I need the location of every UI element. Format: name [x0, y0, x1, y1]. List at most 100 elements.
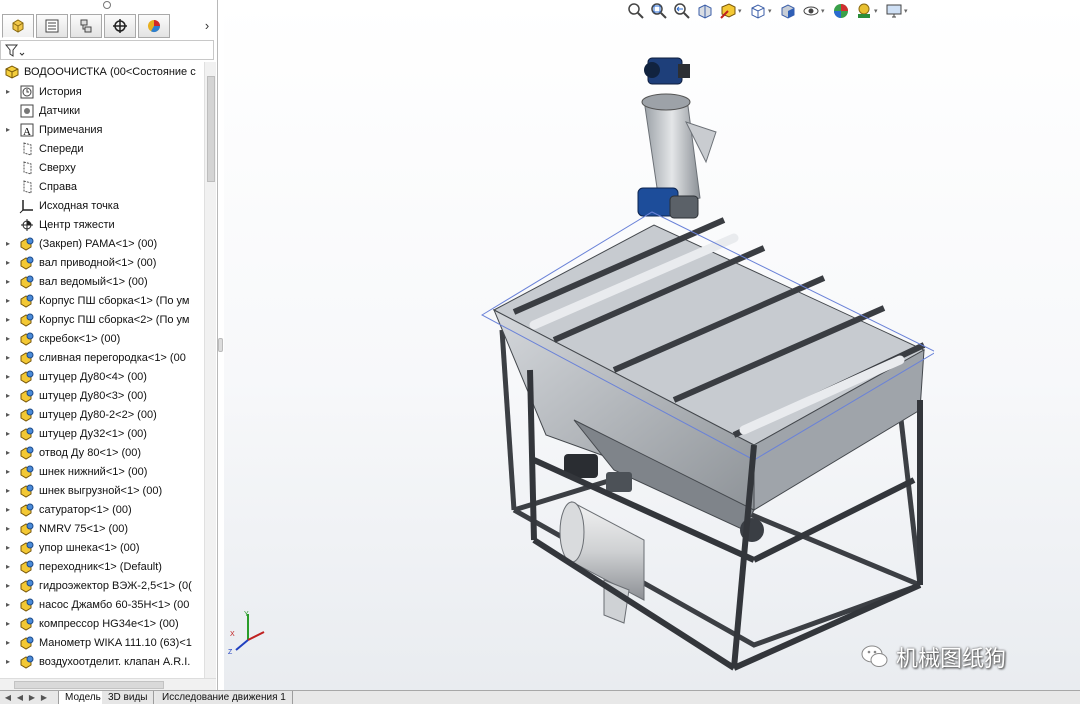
bottom-tab[interactable]: Исследование движения 1 — [156, 691, 293, 704]
bottom-tab[interactable]: Модель — [58, 691, 108, 704]
graphics-area[interactable]: ▾ ▾ ▾ ▾ ▾ Y X Z 机械图纸狗 — [224, 0, 1080, 690]
tab-property-manager[interactable] — [36, 14, 68, 38]
zoom-to-fit-button[interactable] — [626, 1, 646, 21]
tree-item[interactable]: ▸ насос Джамбо 60-35Н<1> (00 — [0, 595, 204, 614]
tab-dimxpert-manager[interactable] — [104, 14, 136, 38]
tree-item[interactable]: ▸ отвод Ду 80<1> (00) — [0, 443, 204, 462]
wechat-logo-icon — [861, 645, 888, 667]
tree-item[interactable]: ▸ штуцер Ду80<3> (00) — [0, 386, 204, 405]
expand-arrow-icon[interactable]: ▸ — [6, 372, 15, 381]
assembly-icon — [20, 446, 34, 460]
chevron-right-icon[interactable]: › — [201, 18, 213, 34]
tree-item[interactable]: ▸ NMRV 75<1> (00) — [0, 519, 204, 538]
tab-configuration-manager[interactable] — [70, 14, 102, 38]
tree-item[interactable]: ▸ вал приводной<1> (00) — [0, 253, 204, 272]
tree-item[interactable]: ▸ шнек нижний<1> (00) — [0, 462, 204, 481]
expand-arrow-icon[interactable]: ▸ — [6, 657, 15, 666]
tab-feature-tree[interactable] — [2, 14, 34, 38]
tree-item[interactable]: Сверху — [0, 158, 204, 177]
tree-item[interactable]: ▸ сливная перегородка<1> (00 — [0, 348, 204, 367]
view-settings-button[interactable] — [884, 1, 904, 21]
bottom-tab[interactable]: 3D виды — [102, 691, 155, 704]
expand-arrow-icon[interactable]: ▸ — [6, 486, 15, 495]
expand-arrow-icon[interactable]: ▸ — [6, 125, 15, 134]
tree-item[interactable]: ▸ скребок<1> (00) — [0, 329, 204, 348]
tree-item[interactable]: Исходная точка — [0, 196, 204, 215]
tree-item[interactable]: ▸ штуцер Ду80-2<2> (00) — [0, 405, 204, 424]
tree-item[interactable]: ▸ Корпус ПШ сборка<2> (По ум — [0, 310, 204, 329]
previous-view-button[interactable] — [672, 1, 692, 21]
tree-item[interactable]: Центр тяжести — [0, 215, 204, 234]
zoom-to-area-button[interactable] — [649, 1, 669, 21]
tree-item[interactable]: ▸ штуцер Ду80<4> (00) — [0, 367, 204, 386]
cad-model-water-treatment-unit[interactable] — [454, 40, 934, 680]
expand-arrow-icon[interactable]: ▸ — [6, 581, 15, 590]
expand-arrow-icon[interactable]: ▸ — [6, 543, 15, 552]
tree-item[interactable]: ▸ гидроэжектор ВЭЖ-2,5<1> (0( — [0, 576, 204, 595]
expand-arrow-icon[interactable]: ▸ — [6, 334, 15, 343]
expand-arrow-icon[interactable]: ▸ — [6, 87, 15, 96]
tree-item[interactable]: ▸ упор шнека<1> (00) — [0, 538, 204, 557]
expand-arrow-icon[interactable]: ▸ — [6, 467, 15, 476]
scrollbar-thumb[interactable] — [207, 76, 215, 182]
expand-arrow-icon[interactable]: ▸ — [6, 296, 15, 305]
expand-arrow-icon[interactable]: ▸ — [6, 638, 15, 647]
tree-item[interactable]: ▸ вал ведомый<1> (00) — [0, 272, 204, 291]
display-style-button[interactable] — [778, 1, 798, 21]
tree-horizontal-scrollbar[interactable] — [0, 678, 216, 690]
expand-arrow-icon[interactable]: ▸ — [6, 410, 15, 419]
tree-vertical-scrollbar[interactable] — [204, 62, 216, 678]
apply-scene-button[interactable] — [854, 1, 874, 21]
expand-arrow-icon[interactable]: ▸ — [6, 239, 15, 248]
assembly-icon — [20, 522, 34, 536]
expand-arrow-icon[interactable]: ▸ — [6, 448, 15, 457]
dropdown-arrow-icon[interactable]: ▾ — [821, 7, 829, 15]
tree-item[interactable]: ▸ сатуратор<1> (00) — [0, 500, 204, 519]
tree-item[interactable]: ▸ шнек выгрузной<1> (00) — [0, 481, 204, 500]
prev-tab-icon[interactable]: ◀ — [14, 692, 26, 704]
tree-item[interactable]: Спереди — [0, 139, 204, 158]
dropdown-arrow-icon[interactable]: ▾ — [904, 7, 912, 15]
tab-display-manager[interactable] — [138, 14, 170, 38]
view-orientation-button[interactable] — [748, 1, 768, 21]
tree-item[interactable]: ▸ воздухоотделит. клапан A.R.I. — [0, 652, 204, 671]
expand-arrow-icon[interactable]: ▸ — [6, 600, 15, 609]
expand-arrow-icon[interactable]: ▸ — [6, 391, 15, 400]
tree-item[interactable]: ▸ Манометр WIKA 111.10 (63)<1 — [0, 633, 204, 652]
panel-collapse-handle[interactable] — [218, 338, 223, 352]
expand-arrow-icon[interactable]: ▸ — [6, 258, 15, 267]
tree-item[interactable]: ▸ Корпус ПШ сборка<1> (По ум — [0, 291, 204, 310]
expand-arrow-icon[interactable]: ▸ — [6, 619, 15, 628]
tree-item[interactable]: ▸ переходник<1> (Default) — [0, 557, 204, 576]
edit-appearance-button[interactable] — [831, 1, 851, 21]
tree-filter-field[interactable] — [0, 40, 214, 60]
next-tab-icon[interactable]: ▶ — [26, 692, 38, 704]
tree-item[interactable]: ▸ История — [0, 82, 204, 101]
expand-arrow-icon[interactable]: ▸ — [6, 277, 15, 286]
expand-arrow-icon[interactable]: ▸ — [6, 429, 15, 438]
tree-item[interactable]: ▸ (Закреп) РАМА<1> (00) — [0, 234, 204, 253]
first-tab-icon[interactable]: ◀ — [2, 692, 14, 704]
tree-item-label: компрессор HG34e<1> (00) — [39, 617, 179, 630]
expand-arrow-icon[interactable]: ▸ — [6, 562, 15, 571]
expand-arrow-icon[interactable]: ▸ — [6, 524, 15, 533]
tree-item[interactable]: ▸ A Примечания — [0, 120, 204, 139]
plane-icon — [23, 179, 32, 194]
panel-grip-icon[interactable] — [103, 1, 111, 9]
dropdown-arrow-icon[interactable]: ▾ — [738, 7, 746, 15]
last-tab-icon[interactable]: ▶ — [38, 692, 50, 704]
tree-item[interactable]: ▸ штуцер Ду32<1> (00) — [0, 424, 204, 443]
expand-arrow-icon[interactable]: ▸ — [6, 353, 15, 362]
expand-arrow-icon[interactable]: ▸ — [6, 505, 15, 514]
tree-item[interactable]: ▸ компрессор HG34e<1> (00) — [0, 614, 204, 633]
tree-item[interactable]: Справа — [0, 177, 204, 196]
hide-show-items-button[interactable] — [801, 1, 821, 21]
expand-arrow-icon[interactable]: ▸ — [6, 315, 15, 324]
dropdown-arrow-icon[interactable]: ▾ — [874, 7, 882, 15]
tree-item[interactable]: Датчики — [0, 101, 204, 120]
scrollbar-thumb[interactable] — [14, 681, 164, 689]
dropdown-arrow-icon[interactable]: ▾ — [768, 7, 776, 15]
tree-root-assembly[interactable]: ВОДООЧИСТКА (00<Состояние с — [0, 62, 204, 81]
section-view-button[interactable] — [695, 1, 715, 21]
dynamic-annotation-button[interactable] — [718, 1, 738, 21]
